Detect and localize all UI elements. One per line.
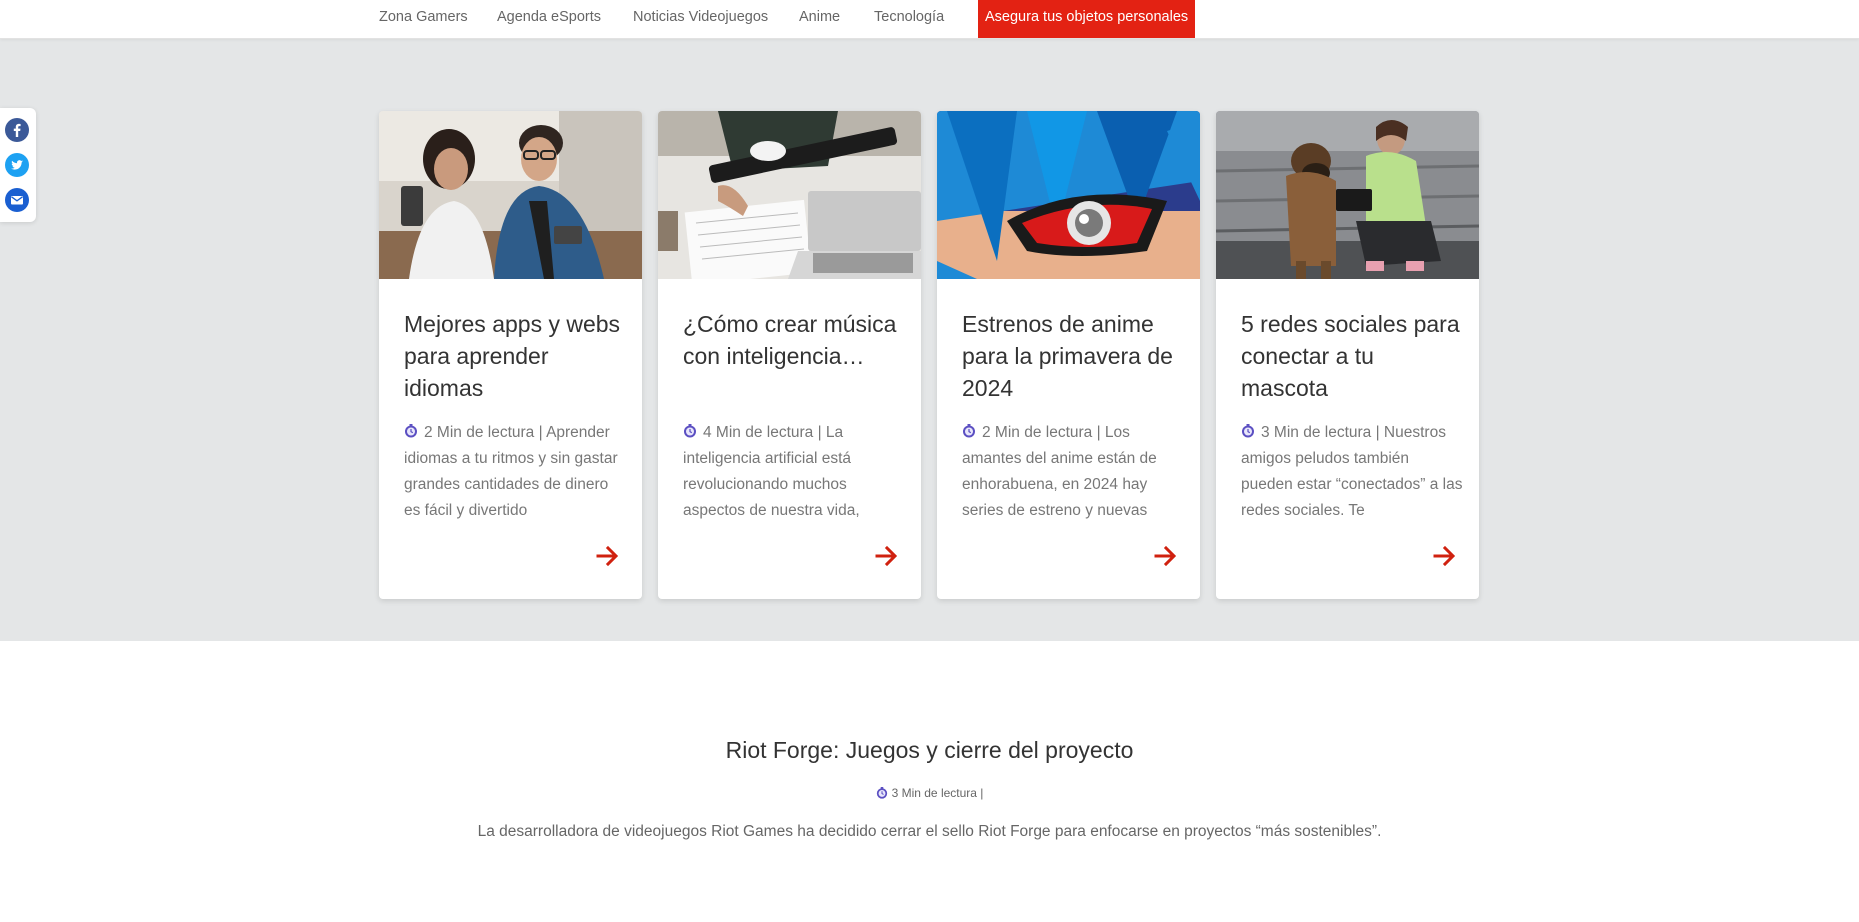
card-title[interactable]: Mejores apps y webs para aprender idioma…: [404, 308, 624, 404]
clock-icon: [404, 421, 418, 438]
card-image: [379, 111, 642, 279]
article-meta: 3 Min de lectura |: [0, 786, 1859, 800]
card-image: [658, 111, 921, 279]
nav-item-tecnologia[interactable]: Tecnología: [874, 0, 944, 38]
post-card[interactable]: 5 redes sociales para conectar a tu masc…: [1216, 111, 1479, 599]
clock-icon: [876, 787, 888, 799]
twitter-icon[interactable]: [5, 153, 29, 177]
article-meta-text: 3 Min de lectura |: [891, 786, 984, 800]
card-title[interactable]: Estrenos de anime para la primavera de 2…: [962, 308, 1182, 404]
card-excerpt: 2 Min de lectura | Los amantes del anime…: [962, 420, 1184, 524]
clock-icon: [683, 421, 697, 438]
related-posts-section: Mejores apps y webs para aprender idioma…: [0, 38, 1859, 641]
nav-item-agenda-esports[interactable]: Agenda eSports: [497, 0, 601, 38]
article-title[interactable]: Riot Forge: Juegos y cierre del proyecto: [0, 737, 1859, 764]
card-image: [937, 111, 1200, 279]
nav-item-noticias-videojuegos[interactable]: Noticias Videojuegos: [633, 0, 768, 38]
clock-icon: [962, 421, 976, 438]
card-excerpt-text: 2 Min de lectura | Los amantes del anime…: [962, 424, 1157, 519]
top-navigation: Zona Gamers Agenda eSports Noticias Vide…: [0, 0, 1859, 39]
post-card[interactable]: ¿Cómo crear música con inteligencia… 4 M…: [658, 111, 921, 599]
card-excerpt: 3 Min de lectura | Nuestros amigos pelud…: [1241, 420, 1463, 524]
card-excerpt-text: 2 Min de lectura | Aprender idiomas a tu…: [404, 424, 618, 519]
social-share-bar: [0, 108, 36, 222]
facebook-icon[interactable]: [5, 118, 29, 142]
card-excerpt-text: 3 Min de lectura | Nuestros amigos pelud…: [1241, 424, 1463, 519]
nav-item-asegura-objetos[interactable]: Asegura tus objetos personales: [978, 0, 1196, 38]
nav-item-zona-gamers[interactable]: Zona Gamers: [379, 0, 468, 38]
card-image: [1216, 111, 1479, 279]
card-excerpt: 4 Min de lectura | La inteligencia artif…: [683, 420, 905, 524]
nav-item-anime[interactable]: Anime: [799, 0, 840, 38]
arrow-right-icon[interactable]: [1153, 543, 1179, 569]
post-card[interactable]: Estrenos de anime para la primavera de 2…: [937, 111, 1200, 599]
card-title[interactable]: 5 redes sociales para conectar a tu masc…: [1241, 308, 1461, 404]
card-excerpt: 2 Min de lectura | Aprender idiomas a tu…: [404, 420, 626, 524]
arrow-right-icon[interactable]: [1432, 543, 1458, 569]
article-excerpt: La desarrolladora de videojuegos Riot Ga…: [477, 823, 1382, 840]
post-card[interactable]: Mejores apps y webs para aprender idioma…: [379, 111, 642, 599]
arrow-right-icon[interactable]: [874, 543, 900, 569]
arrow-right-icon[interactable]: [595, 543, 621, 569]
card-excerpt-text: 4 Min de lectura | La inteligencia artif…: [683, 424, 860, 519]
email-icon[interactable]: [5, 188, 29, 212]
card-title[interactable]: ¿Cómo crear música con inteligencia…: [683, 308, 903, 404]
clock-icon: [1241, 421, 1255, 438]
